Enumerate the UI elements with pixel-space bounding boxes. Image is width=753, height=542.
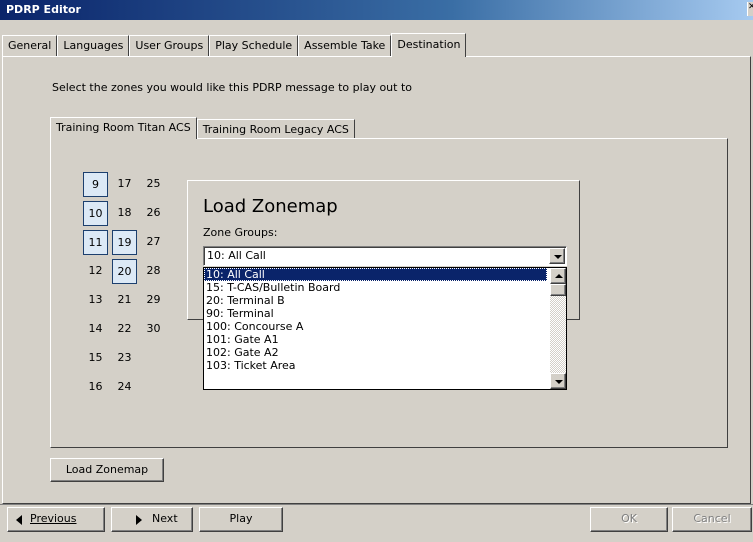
list-scrollbar[interactable] <box>550 268 566 389</box>
zone-12[interactable]: 12 <box>83 259 108 284</box>
load-zonemap-button[interactable]: Load Zonemap <box>50 458 164 482</box>
play-button[interactable]: Play <box>199 507 283 532</box>
zone-21[interactable]: 21 <box>112 288 137 313</box>
next-button[interactable]: Next <box>111 507 193 532</box>
tab-assemble-take[interactable]: Assemble Take <box>298 35 392 57</box>
zone-14[interactable]: 14 <box>83 317 108 342</box>
window-title: PDRP Editor <box>6 3 81 16</box>
cancel-button[interactable]: Cancel <box>672 507 752 532</box>
zone-22[interactable]: 22 <box>112 317 137 342</box>
chevron-up-icon <box>555 274 563 278</box>
tab-destination[interactable]: Destination <box>391 33 467 57</box>
ok-button[interactable]: OK <box>590 507 668 532</box>
chevron-down-icon <box>555 380 563 384</box>
zone-25[interactable]: 25 <box>141 172 166 197</box>
dropdown-button[interactable] <box>549 248 565 264</box>
zone-9[interactable]: 9 <box>83 172 108 197</box>
zone-group-option[interactable]: 101: Gate A1 <box>204 333 547 346</box>
arrow-left-icon <box>16 515 22 525</box>
zone-26[interactable]: 26 <box>141 201 166 226</box>
zone-group-option[interactable]: 100: Concourse A <box>204 320 547 333</box>
zone-11[interactable]: 11 <box>83 230 108 255</box>
zone-groups-list[interactable]: 10: All Call 15: T-CAS/Bulletin Board 20: … <box>203 267 567 390</box>
zone-groups-label: Zone Groups: <box>203 226 278 239</box>
previous-button[interactable]: Previous <box>7 507 105 532</box>
zone-group-option[interactable]: 90: Terminal <box>204 307 547 320</box>
zone-30[interactable]: 30 <box>141 317 166 342</box>
zone-group-option[interactable]: 20: Terminal B <box>204 294 547 307</box>
close-icon[interactable]: ✕ <box>747 2 753 16</box>
zone-18[interactable]: 18 <box>112 201 137 226</box>
tab-training-room-legacy-acs[interactable]: Training Room Legacy ACS <box>196 119 355 139</box>
title-bar: PDRP Editor ✕ <box>0 0 753 20</box>
zone-15[interactable]: 15 <box>83 346 108 371</box>
instruction-text: Select the zones you would like this PDR… <box>52 81 413 94</box>
zone-groups-selected-value: 10: All Call <box>207 249 266 262</box>
tab-general[interactable]: General <box>2 35 58 57</box>
zone-19[interactable]: 19 <box>112 230 137 255</box>
zone-system-tab-strip: Training Room Titan ACS Training Room Le… <box>50 117 355 139</box>
tab-languages[interactable]: Languages <box>57 35 130 57</box>
zone-27[interactable]: 27 <box>141 230 166 255</box>
scroll-down-button[interactable] <box>550 373 566 389</box>
zone-20[interactable]: 20 <box>112 259 137 284</box>
zone-24[interactable]: 24 <box>112 375 137 400</box>
zone-17[interactable]: 17 <box>112 172 137 197</box>
arrow-right-icon <box>136 515 142 525</box>
tab-user-groups[interactable]: User Groups <box>129 35 210 57</box>
dialog-title: Load Zonemap <box>203 196 338 217</box>
zone-28[interactable]: 28 <box>141 259 166 284</box>
zone-13[interactable]: 13 <box>83 288 108 313</box>
zone-groups-combobox[interactable]: 10: All Call <box>203 246 567 266</box>
zone-group-option[interactable]: 15: T-CAS/Bulletin Board <box>204 281 547 294</box>
scroll-thumb[interactable] <box>550 284 566 296</box>
main-tab-strip: General Languages User Groups Play Sched… <box>2 33 467 57</box>
tab-training-room-titan-acs[interactable]: Training Room Titan ACS <box>50 117 197 139</box>
zone-group-option[interactable]: 103: Ticket Area <box>204 359 547 372</box>
zone-10[interactable]: 10 <box>83 201 108 226</box>
zone-29[interactable]: 29 <box>141 288 166 313</box>
scroll-up-button[interactable] <box>550 268 566 284</box>
chevron-down-icon <box>554 255 562 259</box>
zone-23[interactable]: 23 <box>112 346 137 371</box>
zone-16[interactable]: 16 <box>83 375 108 400</box>
tab-play-schedule[interactable]: Play Schedule <box>209 35 299 57</box>
zone-group-option[interactable]: 10: All Call <box>204 268 547 281</box>
zone-group-option[interactable]: 102: Gate A2 <box>204 346 547 359</box>
